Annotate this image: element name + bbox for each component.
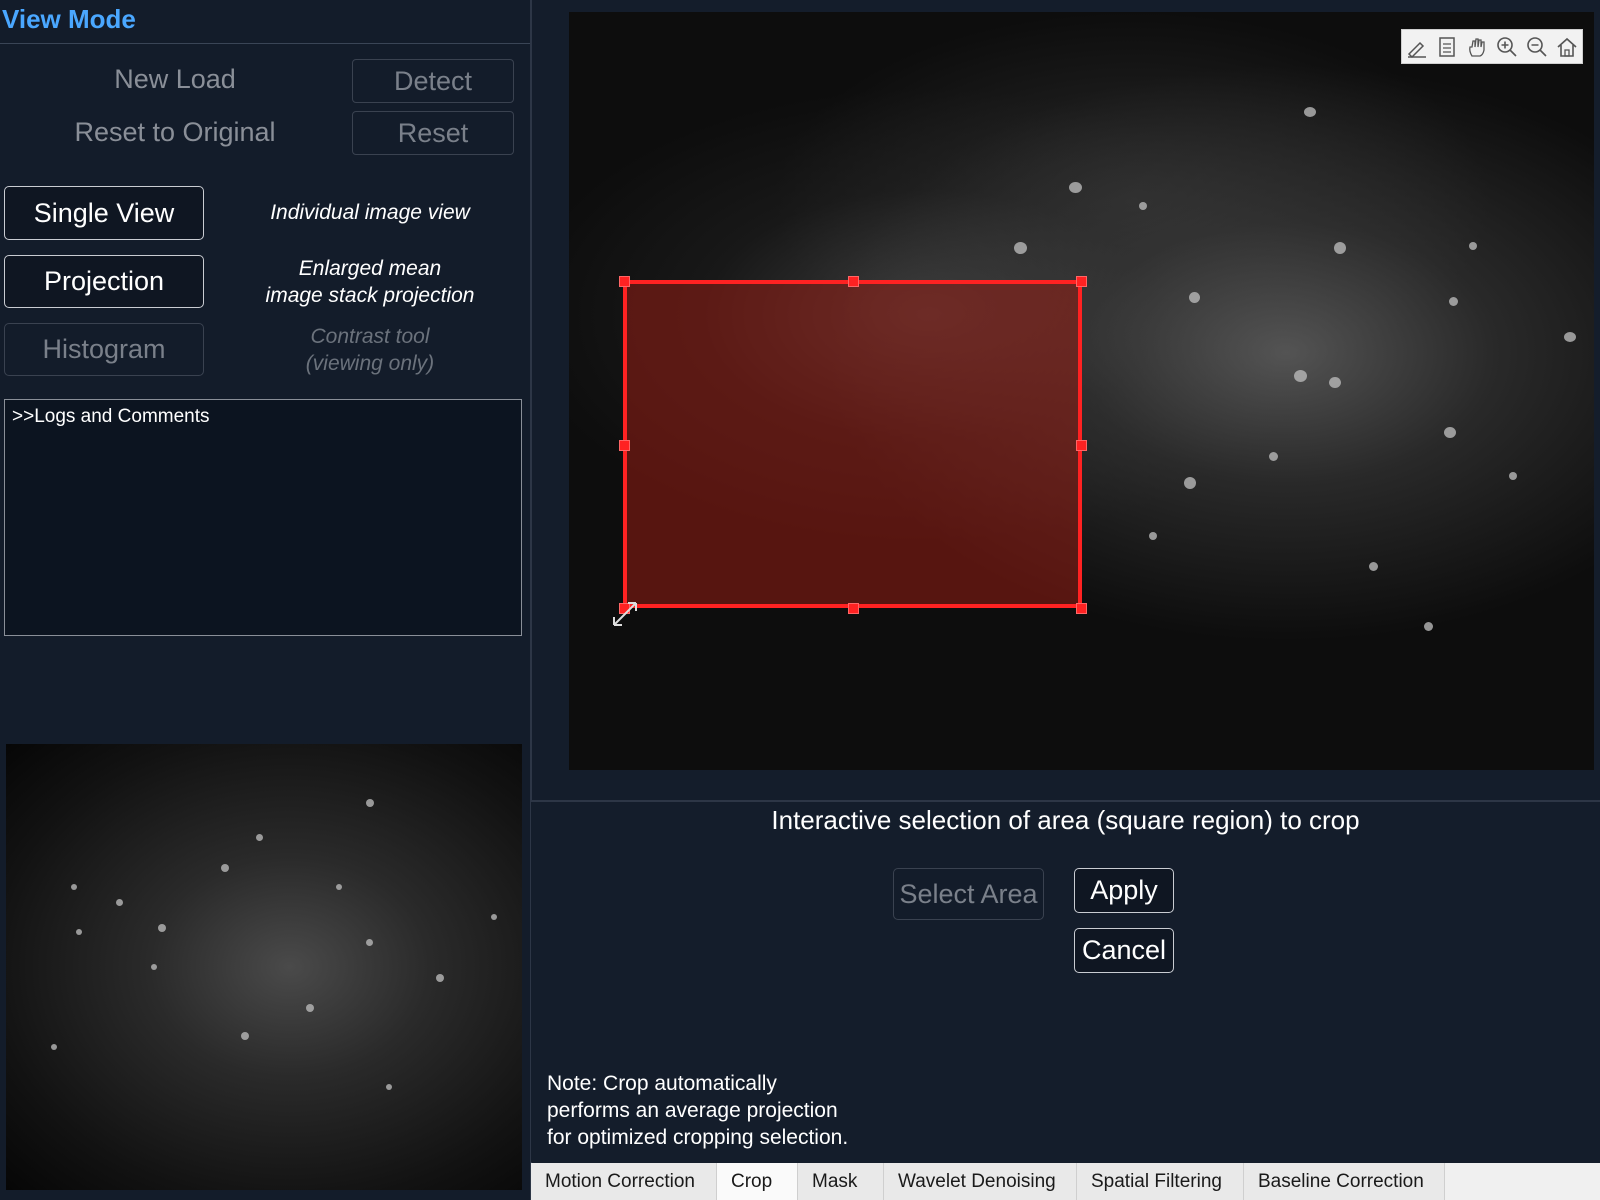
select-area-button[interactable]: Select Area (893, 868, 1044, 920)
tab-mask[interactable]: Mask (798, 1163, 884, 1200)
reset-button[interactable]: Reset (352, 111, 514, 155)
logs-textarea[interactable]: >>Logs and Comments (4, 399, 522, 636)
crop-heading: Interactive selection of area (square re… (771, 805, 1360, 835)
tab-motion-correction[interactable]: Motion Correction (531, 1163, 717, 1200)
projection-button[interactable]: Projection (4, 255, 204, 308)
selection-handle-top-right[interactable] (1076, 276, 1087, 287)
projection-desc-line2: image stack projection (265, 284, 475, 307)
apply-button[interactable]: Apply (1074, 868, 1174, 913)
projection-description: Enlarged mean image stack projection (240, 255, 500, 309)
crop-selection-rectangle[interactable] (623, 280, 1082, 608)
left-panel: View Mode New Load Detect Reset to Origi… (0, 0, 532, 1200)
tab-baseline-correction[interactable]: Baseline Correction (1244, 1163, 1445, 1200)
note-line3: for optimized cropping selection. (547, 1126, 849, 1149)
pan-hand-icon[interactable] (1465, 35, 1489, 59)
selection-handle-bottom-right[interactable] (1076, 603, 1087, 614)
resize-cursor-icon (611, 600, 639, 633)
legend-icon[interactable] (1435, 35, 1459, 59)
reset-to-original-button[interactable]: Reset to Original (55, 117, 295, 148)
divider (0, 43, 530, 44)
panel-title: View Mode (2, 4, 136, 34)
selection-handle-top-left[interactable] (619, 276, 630, 287)
image-toolbar (1401, 29, 1583, 64)
zoom-in-icon[interactable] (1495, 35, 1519, 59)
crop-note: Note: Crop automatically performs an ave… (547, 1070, 907, 1151)
brush-icon[interactable] (1405, 35, 1429, 59)
histogram-button[interactable]: Histogram (4, 323, 204, 376)
note-line1: Note: Crop automatically (547, 1072, 777, 1095)
histogram-desc-line1: Contrast tool (310, 325, 430, 348)
thumbnail-image (6, 744, 522, 1190)
note-line2: performs an average projection (547, 1099, 838, 1122)
selection-handle-middle-left[interactable] (619, 440, 630, 451)
selection-handle-bottom-middle[interactable] (848, 603, 859, 614)
crop-panel: Interactive selection of area (square re… (531, 800, 1600, 1162)
histogram-desc-line2: (viewing only) (305, 352, 435, 375)
single-view-button[interactable]: Single View (4, 186, 204, 240)
detect-button[interactable]: Detect (352, 59, 514, 103)
tab-crop[interactable]: Crop (717, 1163, 798, 1200)
tab-wavelet-denoising[interactable]: Wavelet Denoising (884, 1163, 1077, 1200)
zoom-out-icon[interactable] (1525, 35, 1549, 59)
tab-bar: Motion Correction Crop Mask Wavelet Deno… (531, 1163, 1600, 1200)
tab-spatial-filtering[interactable]: Spatial Filtering (1077, 1163, 1244, 1200)
selection-handle-top-middle[interactable] (848, 276, 859, 287)
new-load-button[interactable]: New Load (95, 64, 255, 95)
projection-desc-line1: Enlarged mean (298, 257, 442, 280)
cancel-button[interactable]: Cancel (1074, 928, 1174, 973)
selection-handle-middle-right[interactable] (1076, 440, 1087, 451)
histogram-description: Contrast tool (viewing only) (240, 323, 500, 377)
home-icon[interactable] (1555, 35, 1579, 59)
single-view-description: Individual image view (270, 201, 470, 224)
